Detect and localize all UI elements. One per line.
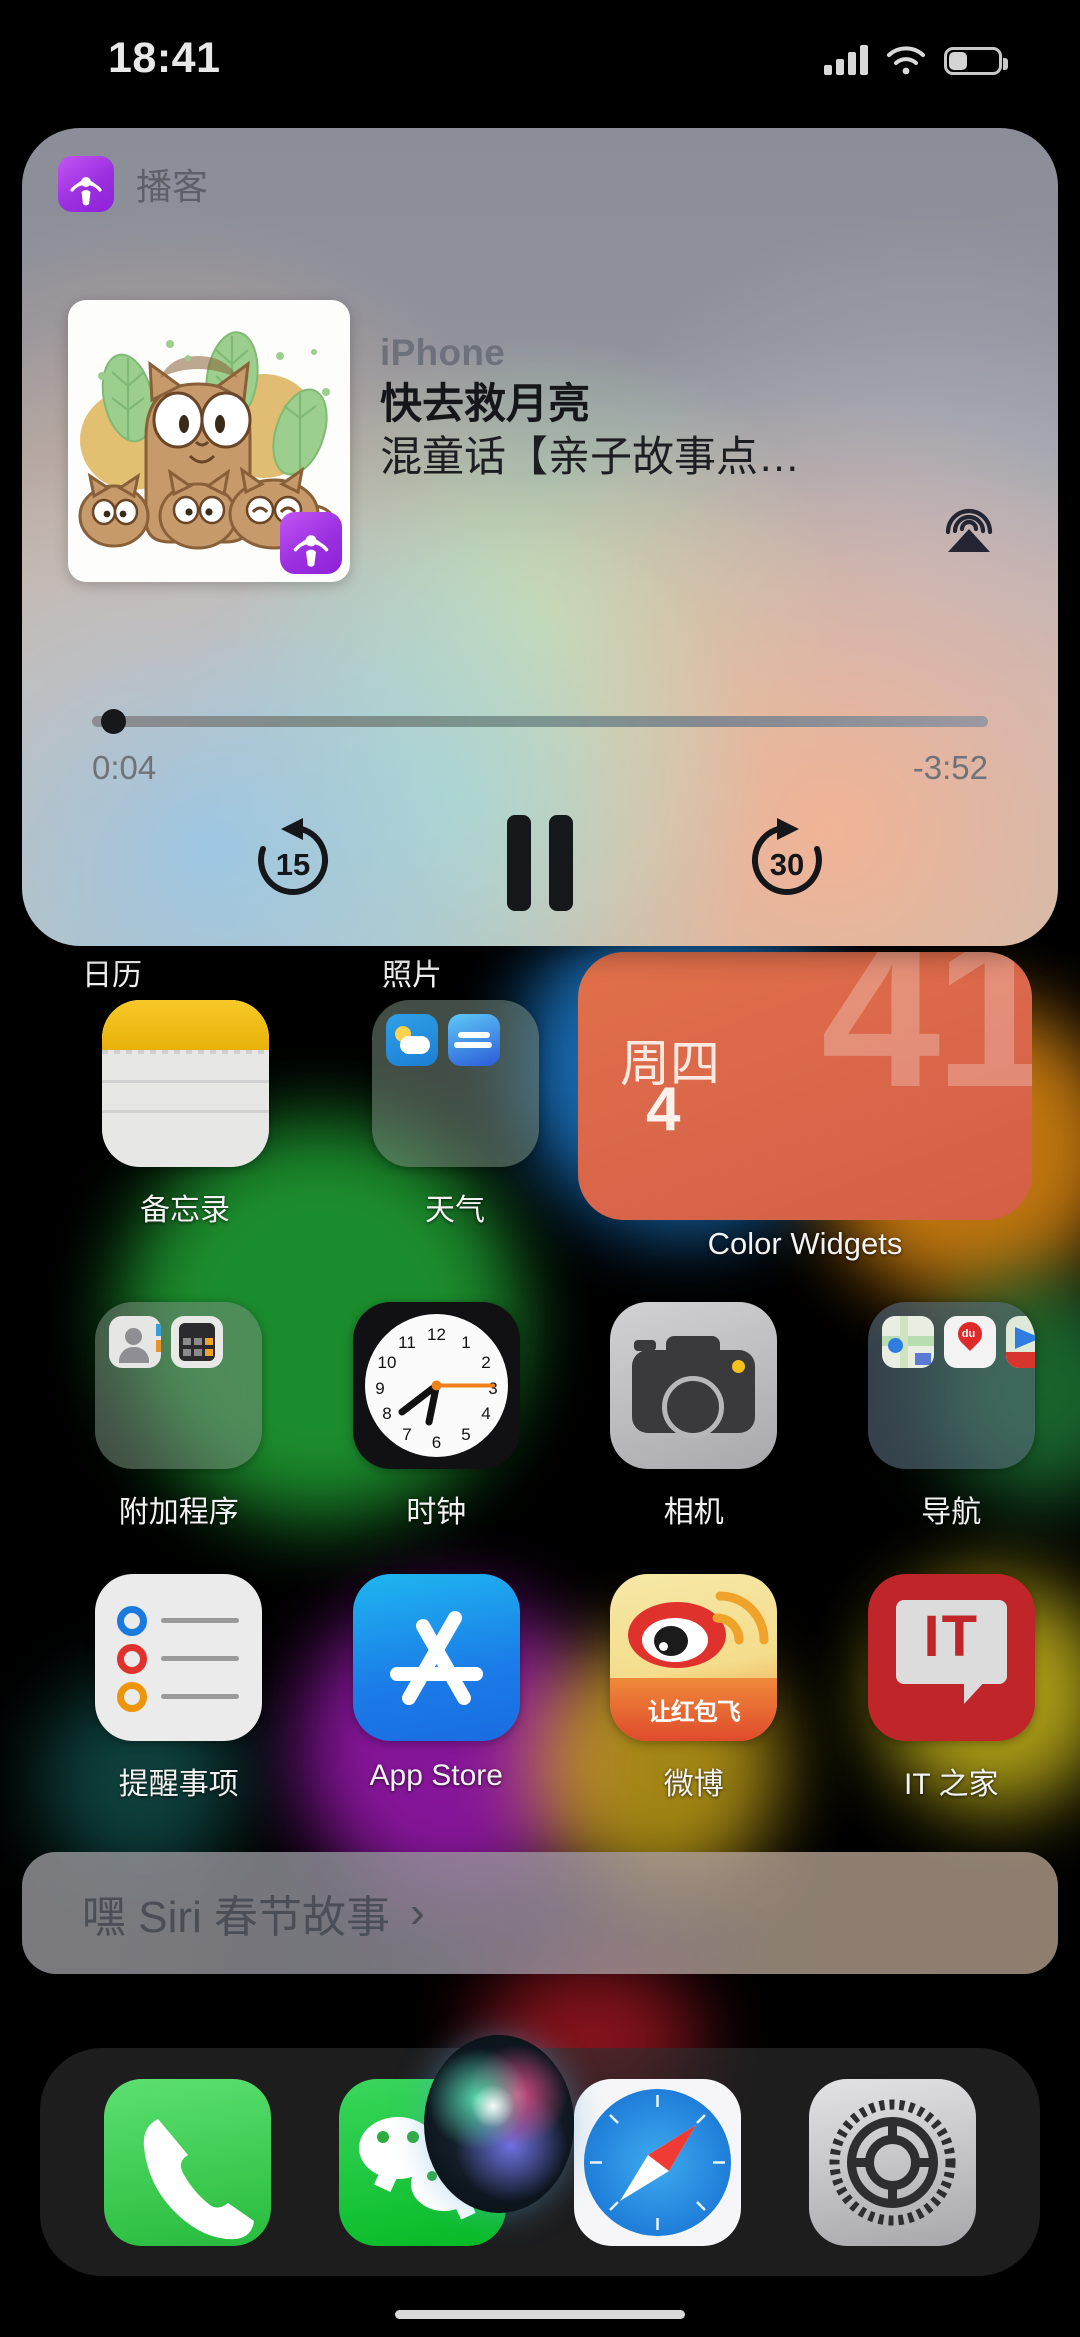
app-reminders[interactable]: 提醒事项 [50,1574,308,1803]
podcasts-badge-icon [280,512,342,574]
skip-back-15-icon[interactable]: 15 [247,814,339,911]
navigation-folder-icon[interactable]: du [867,1302,1035,1469]
safari-icon[interactable] [574,2078,741,2246]
folder-extras[interactable]: 附加程序 [50,1302,308,1531]
notes-icon[interactable] [101,1000,269,1167]
chevron-right-icon: › [410,1888,425,1937]
app-label: 相机 [663,1496,724,1529]
weather-app-mini-icon [385,1014,438,1066]
ithome-icon[interactable]: IT [867,1574,1035,1741]
playback-controls: 15 30 [22,814,1058,911]
skip-forward-30-icon[interactable]: 30 [741,814,833,911]
elapsed-time: 0:04 [92,749,157,786]
progress-track[interactable] [92,709,988,734]
baidu-maps-mini-icon: du [943,1316,996,1368]
playback-progress[interactable]: 0:04 -3:52 [92,709,988,787]
app-label: 附加程序 [118,1496,239,1529]
pause-icon[interactable] [507,814,573,911]
svg-text:12: 12 [427,1325,446,1344]
cutoff-label-calendar: 日历 [82,959,142,992]
weather-folder-icon[interactable] [371,1000,539,1167]
now-playing-device: iPhone [380,332,506,373]
home-indicator[interactable] [395,2310,685,2319]
app-camera[interactable]: 相机 [565,1302,823,1531]
apple-maps-mini-icon [881,1316,934,1368]
widget-big-number: 41 [820,952,1032,1132]
svg-text:7: 7 [402,1425,411,1444]
app-clock[interactable]: 12 1 2 3 45 6 78 9 10 11 时钟 [308,1302,566,1531]
progress-knob[interactable] [101,709,127,734]
color-widgets-label: Color Widgets [707,1226,903,1261]
svg-text:6: 6 [432,1433,441,1452]
app-row-3: 提醒事项 App Store 让红包飞 微博 IT IT 之家 [0,1574,1080,1803]
app-label: 时钟 [406,1496,467,1529]
clock-icon[interactable]: 12 1 2 3 45 6 78 9 10 11 [352,1302,520,1469]
now-playing-subtitle: 混童话【亲子故事点… [380,433,801,481]
svg-text:1: 1 [461,1333,470,1352]
svg-text:9: 9 [375,1379,384,1398]
svg-text:2: 2 [481,1353,490,1372]
cutoff-label-photos: 照片 [382,959,442,992]
reminders-icon[interactable] [95,1574,263,1741]
svg-text:3: 3 [488,1379,497,1398]
remaining-time: -3:52 [912,749,988,786]
calculator-mini-icon [171,1316,224,1368]
contacts-mini-icon [109,1316,162,1368]
siri-orb-icon[interactable] [424,2035,574,2213]
app-label: 天气 [425,1194,485,1227]
color-widgets-widget[interactable]: 41 周四 4 [578,952,1032,1220]
phone-icon[interactable] [104,2078,271,2246]
siri-suggestion-banner[interactable]: 嘿 Siri 春节故事 › [22,1852,1058,1974]
app-weibo[interactable]: 让红包飞 微博 [565,1574,823,1803]
svg-text:4: 4 [481,1404,490,1423]
app-ithome[interactable]: IT IT 之家 [823,1574,1080,1803]
skip-forward-label: 30 [769,846,805,882]
amap-mini-icon [1005,1316,1035,1368]
svg-text:11: 11 [398,1333,416,1352]
now-playing-app-name: 播客 [136,166,209,207]
extras-folder-icon[interactable] [95,1302,263,1469]
progress-times: 0:04 -3:52 [92,749,988,787]
settings-icon[interactable] [809,2078,976,2246]
podcasts-icon [58,156,114,212]
skip-back-label: 15 [275,846,311,882]
folder-weather[interactable]: 天气 [320,1000,590,1229]
weibo-icon[interactable]: 让红包飞 [610,1574,778,1741]
now-playing-title: 快去救月亮 [380,380,591,427]
widget-day-number: 4 [646,1075,681,1144]
app-label: 提醒事项 [118,1768,239,1801]
now-playing-artwork[interactable] [68,300,350,582]
app-label: App Store [369,1759,503,1792]
app-label: IT 之家 [904,1768,999,1801]
svg-text:5: 5 [461,1425,470,1444]
svg-text:8: 8 [382,1404,391,1423]
app-store-icon[interactable] [352,1574,520,1741]
now-playing-widget[interactable]: 播客 iPhone 快去救月亮 混童话【亲子故事点… 0:04 -3:52 15… [22,128,1058,946]
now-playing-meta: iPhone 快去救月亮 混童话【亲子故事点… [380,332,900,482]
app-notes[interactable]: 备忘录 [50,1000,320,1229]
app-label: 备忘录 [140,1194,230,1227]
airplay-icon[interactable] [938,496,1000,558]
svg-text:10: 10 [377,1353,396,1372]
siri-suggestion-text: 嘿 Siri 春节故事 [82,1893,390,1942]
folder-navigation[interactable]: du 导航 [823,1302,1080,1531]
app-label: 微博 [663,1768,724,1801]
app-row-2: 附加程序 12 1 2 3 45 6 78 9 10 11 时钟 相机 du 导航 [0,1302,1080,1531]
app-label: 导航 [921,1496,982,1529]
weather-cn-mini-icon [447,1014,500,1066]
now-playing-header: 播客 [58,156,208,212]
camera-icon[interactable] [610,1302,778,1469]
app-app-store[interactable]: App Store [308,1574,566,1803]
